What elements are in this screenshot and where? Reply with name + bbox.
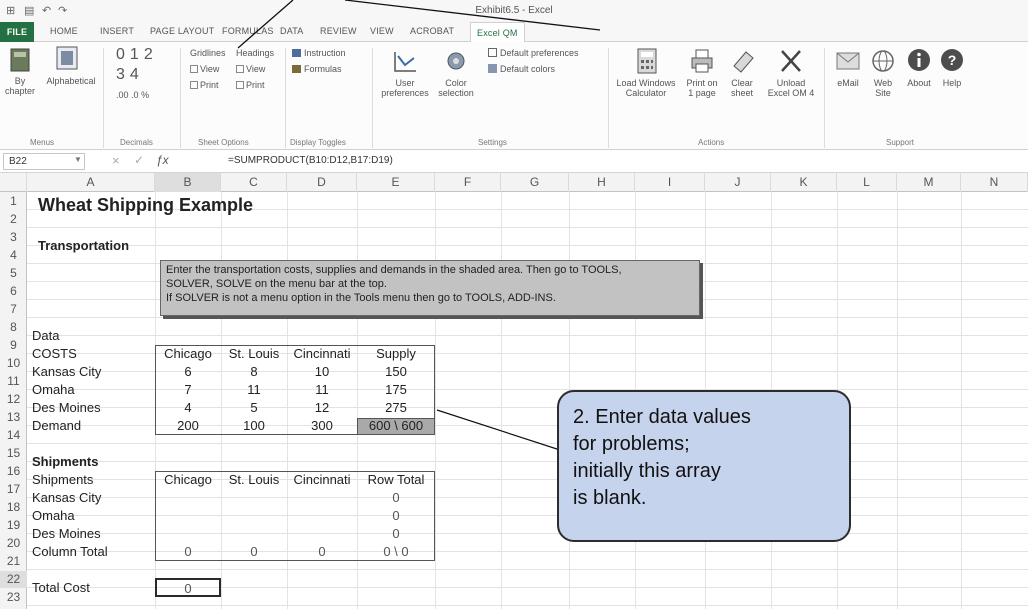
callout-line: for problems; [573,433,690,455]
callout-line: initially this array [573,460,721,482]
pointer-line-excel-qm [344,0,601,31]
pointer-line-menus [237,0,294,49]
callout-line: 2. Enter data values [573,406,751,428]
pointer-line-callout [436,409,561,451]
annotation-pointers [237,0,601,451]
callout-line: is blank. [573,487,647,509]
annotation-callout: 2. Enter data values for problems; initi… [557,390,851,542]
